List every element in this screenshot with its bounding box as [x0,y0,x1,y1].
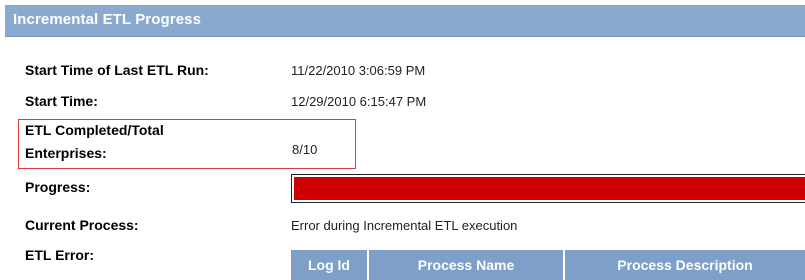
completed-value: 8/10 [292,142,318,157]
panel-header: Incremental ETL Progress [5,5,805,37]
progress-fill [294,177,805,200]
start-time-value: 12/29/2010 6:15:47 PM [291,94,427,109]
last-run-label: Start Time of Last ETL Run: [25,62,209,78]
completed-label-line2: Enterprises: [25,145,107,161]
column-header-log-id[interactable]: Log Id [291,250,369,280]
completed-label-line1: ETL Completed/Total [25,122,164,138]
error-table-header: Log Id Process Name Process Description [291,250,805,280]
start-time-label: Start Time: [25,93,98,109]
current-process-label: Current Process: [25,217,139,233]
column-header-process-description[interactable]: Process Description [565,250,805,280]
panel-title: Incremental ETL Progress [13,11,202,28]
progress-bar [291,174,805,203]
last-run-value: 11/22/2010 3:06:59 PM [291,63,426,78]
etl-progress-panel: Incremental ETL Progress Start Time of L… [0,0,805,280]
progress-label: Progress: [25,179,91,195]
column-header-process-name[interactable]: Process Name [369,250,565,280]
current-process-value: Error during Incremental ETL execution [291,218,518,233]
etl-error-label: ETL Error: [25,247,94,263]
